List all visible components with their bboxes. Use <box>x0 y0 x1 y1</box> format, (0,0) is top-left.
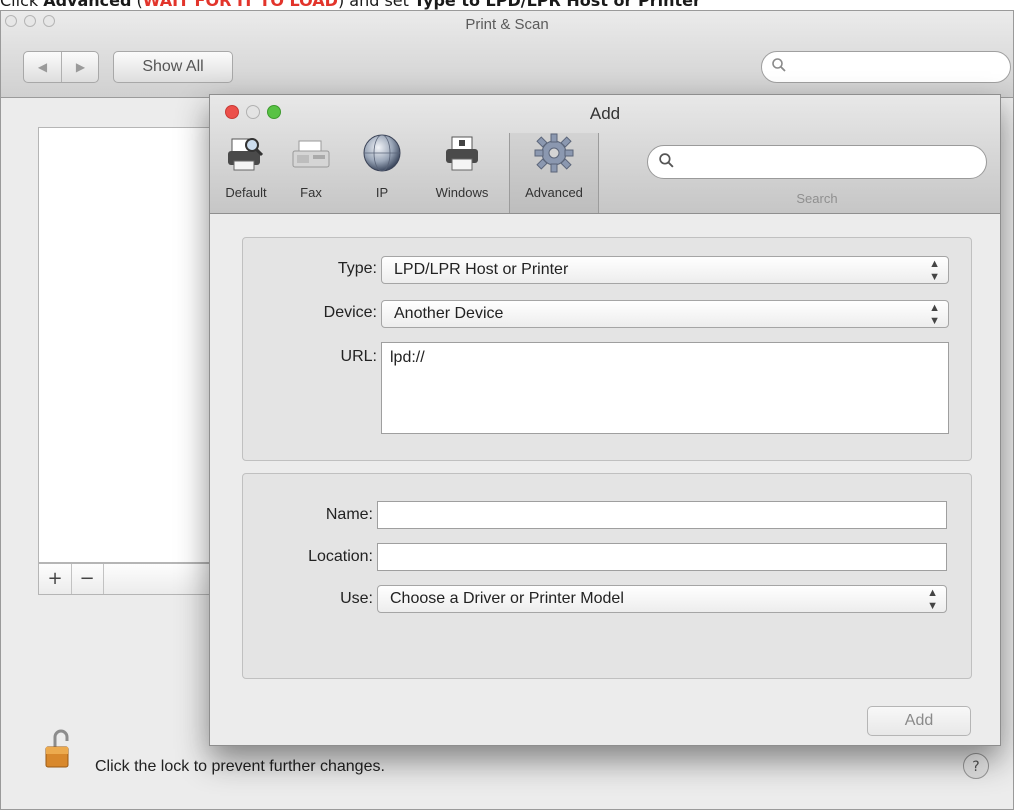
location-field[interactable] <box>377 543 947 571</box>
name-label: Name: <box>325 506 373 523</box>
printer-details-group: Name: Location: Use: Choose a Driver or … <box>242 473 972 679</box>
dialog-toolbar: Add Default Fax IP Windows Advanced Sear… <box>210 95 1000 214</box>
url-label: URL: <box>340 348 377 365</box>
toolbar-windows[interactable]: Windows <box>422 133 502 213</box>
use-label: Use: <box>340 590 373 607</box>
type-popup-value: LPD/LPR Host or Printer <box>394 261 569 278</box>
back-forward-control: ◀ ▶ <box>23 51 99 83</box>
banner-text-3: ( <box>131 0 143 10</box>
popup-arrows-icon: ▲ ▼ <box>927 587 938 612</box>
toolbar-default-label: Default <box>225 185 267 200</box>
type-label: Type: <box>337 260 377 277</box>
back-arrow-icon[interactable]: ◀ <box>24 52 61 82</box>
printer-list-toolbar: + − <box>38 563 210 595</box>
url-field[interactable]: lpd:// <box>381 342 949 434</box>
location-label: Location: <box>308 548 373 565</box>
banner-text-5: ) and set <box>337 0 415 10</box>
dialog-search-label: Search <box>796 191 838 206</box>
add-printer-button[interactable]: + <box>43 564 67 594</box>
name-field[interactable] <box>377 501 947 529</box>
connection-group: Type: LPD/LPR Host or Printer ▲ ▼ Device:… <box>242 237 972 461</box>
banner-text-1: Click <box>0 0 44 10</box>
gear-icon <box>534 133 574 173</box>
help-button[interactable]: ? <box>963 753 989 779</box>
toolbar-ip-label: IP <box>375 185 389 200</box>
toolbar-advanced[interactable]: Advanced <box>509 133 599 213</box>
use-popup[interactable]: Choose a Driver or Printer Model ▲ ▼ <box>377 585 947 613</box>
toolbar-fax-label: Fax <box>300 185 322 200</box>
popup-arrows-icon: ▲ ▼ <box>929 302 940 327</box>
device-label: Device: <box>323 304 377 321</box>
dialog-search-field[interactable] <box>647 145 987 179</box>
toolbar-advanced-label: Advanced <box>525 185 583 200</box>
lock-icon[interactable] <box>45 729 75 769</box>
toolbar-windows-label: Windows <box>435 185 489 200</box>
printer-list[interactable] <box>38 127 210 563</box>
add-printer-dialog: Add Default Fax IP Windows Advanced Sear… <box>209 94 1001 746</box>
device-popup[interactable]: Another Device ▲ ▼ <box>381 300 949 328</box>
banner-text-6: Type to LPD/LPR Host or Printer <box>414 0 701 10</box>
show-all-button[interactable]: Show All <box>113 51 233 83</box>
search-icon <box>771 57 787 77</box>
globe-icon <box>362 133 402 173</box>
window-title: Print & Scan <box>465 16 549 33</box>
remove-printer-button[interactable]: − <box>75 564 99 594</box>
device-popup-value: Another Device <box>394 305 504 322</box>
back-titlebar: Print & Scan ◀ ▶ Show All <box>1 11 1013 98</box>
dialog-title: Add <box>589 104 621 123</box>
banner-text-4: WAIT FOR IT TO LOAD <box>142 0 338 10</box>
type-popup[interactable]: LPD/LPR Host or Printer ▲ ▼ <box>381 256 949 284</box>
toolbar-ip[interactable]: IP <box>358 133 406 213</box>
printer-icon <box>442 133 482 173</box>
banner-text-2: Advanced <box>43 0 132 10</box>
fax-icon <box>291 133 331 173</box>
toolbar-default[interactable]: Default <box>216 133 276 213</box>
search-icon <box>658 152 675 174</box>
toolbar-fax[interactable]: Fax <box>286 133 336 213</box>
add-button[interactable]: Add <box>867 706 971 736</box>
forward-arrow-icon[interactable]: ▶ <box>62 52 99 82</box>
lock-status-text: Click the lock to prevent further change… <box>95 758 385 775</box>
popup-arrows-icon: ▲ ▼ <box>929 258 940 283</box>
use-popup-value: Choose a Driver or Printer Model <box>390 590 624 607</box>
printer-magnifier-icon <box>226 133 266 173</box>
back-search-field[interactable] <box>761 51 1011 83</box>
